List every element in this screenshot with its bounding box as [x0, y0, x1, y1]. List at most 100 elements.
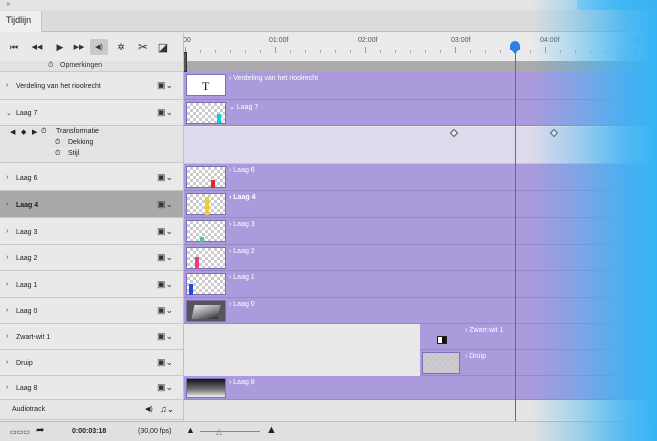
- layer-row[interactable]: › Druip ▣⌄: [0, 350, 183, 376]
- layer-track[interactable]: T › Verdeling van het rioolrecht: [183, 72, 657, 100]
- zoom-in-icon[interactable]: ▲: [266, 424, 277, 436]
- previous-keyframe-icon[interactable]: ◀: [10, 128, 15, 136]
- ruler-tick: [335, 50, 336, 53]
- layer-track[interactable]: › Zwart-wit 1: [420, 324, 657, 350]
- filmstrip-menu-icon[interactable]: ▣⌄: [157, 382, 173, 393]
- keyframe[interactable]: [549, 128, 559, 138]
- ruler-tick: [380, 50, 381, 53]
- expand-chevron-icon[interactable]: ›: [6, 82, 8, 89]
- layer-row[interactable]: › Laag 0 ▣⌄: [0, 298, 183, 324]
- layer-thumbnail-photo: [186, 300, 226, 322]
- layer-name: Druip: [16, 360, 33, 367]
- settings-gear-icon[interactable]: ✲: [114, 39, 128, 55]
- expand-chevron-icon[interactable]: ›: [6, 307, 8, 314]
- layer-row[interactable]: ⌄ Laag 7 ▣⌄: [0, 100, 183, 126]
- filmstrip-menu-icon[interactable]: ▣⌄: [157, 199, 173, 210]
- expand-chevron-icon[interactable]: ›: [6, 174, 8, 181]
- layer-track[interactable]: › Druip: [420, 350, 657, 376]
- expand-chevron-icon[interactable]: ›: [6, 359, 8, 366]
- add-keyframe-icon[interactable]: ◆: [21, 128, 26, 136]
- expand-chevron-icon[interactable]: ›: [6, 281, 8, 288]
- layer-row[interactable]: › Verdeling van het rioolrecht ▣⌄: [0, 72, 183, 100]
- property-row[interactable]: ◀ ◆ ▶ ⏱ Transformatie: [0, 127, 183, 137]
- filmstrip-menu-icon[interactable]: ▣⌄: [157, 80, 173, 91]
- collapse-chevron-icon[interactable]: ⌄: [6, 109, 12, 117]
- expand-chevron-icon[interactable]: ›: [6, 384, 8, 391]
- play-icon[interactable]: ▶: [54, 39, 66, 55]
- previous-frame-icon[interactable]: ◀◀: [30, 39, 44, 55]
- track-label: › Laag 6: [229, 167, 255, 174]
- mute-audio-icon[interactable]: ◀): [145, 405, 153, 413]
- layer-track[interactable]: › Laag 0: [183, 298, 657, 324]
- zoom-slider-track[interactable]: [200, 431, 260, 432]
- zoom-slider-thumb[interactable]: △: [216, 427, 222, 436]
- filmstrip-menu-icon[interactable]: ▣⌄: [157, 226, 173, 237]
- layer-track[interactable]: › Laag 3: [183, 218, 657, 245]
- adjustment-icon: [437, 336, 447, 344]
- convert-to-frame-animation-icon[interactable]: ▭▭▭: [10, 428, 30, 436]
- layer-thumbnail: [186, 166, 226, 188]
- expand-chevron-icon[interactable]: ›: [6, 228, 8, 235]
- layer-row[interactable]: › Laag 6 ▣⌄: [0, 164, 183, 191]
- layer-row[interactable]: › Laag 1 ▣⌄: [0, 271, 183, 298]
- expand-chevron-icon[interactable]: ›: [6, 201, 8, 208]
- track-label: ⌄ Laag 7: [229, 104, 259, 111]
- layer-row[interactable]: › Laag 3 ▣⌄: [0, 218, 183, 245]
- next-keyframe-icon[interactable]: ▶: [32, 128, 37, 136]
- filmstrip-menu-icon[interactable]: ▣⌄: [157, 305, 173, 316]
- audio-track-row[interactable]: Audiotrack ◀) ♫⌄: [0, 400, 183, 420]
- work-area-bar[interactable]: [183, 52, 657, 72]
- scissors-icon[interactable]: ✂: [136, 39, 150, 55]
- layer-track[interactable]: › Laag 8: [183, 376, 657, 400]
- filmstrip-menu-icon[interactable]: ▣⌄: [157, 357, 173, 368]
- filmstrip-menu-icon[interactable]: ▣⌄: [157, 107, 173, 118]
- stopwatch-icon[interactable]: ⏱: [55, 150, 60, 158]
- render-video-icon[interactable]: ➦: [36, 425, 44, 436]
- property-row[interactable]: ⏱ Dekking: [0, 138, 183, 148]
- audio-icon[interactable]: ◀): [90, 39, 108, 55]
- stopwatch-icon[interactable]: ⏱: [41, 128, 46, 136]
- expand-chevron-icon[interactable]: ›: [6, 333, 8, 340]
- layer-track[interactable]: › Laag 6: [183, 164, 657, 191]
- keyframe[interactable]: [449, 128, 459, 138]
- ruler-tick: [605, 50, 606, 53]
- music-note-menu-icon[interactable]: ♫⌄: [160, 404, 174, 415]
- stopwatch-icon[interactable]: ⏱: [55, 139, 60, 147]
- layer-row[interactable]: › Zwart-wit 1 ▣⌄: [0, 324, 183, 350]
- panel-title-bar: ×: [0, 0, 657, 10]
- property-row[interactable]: ⏱ Stijl: [0, 149, 183, 163]
- layer-row[interactable]: › Laag 8 ▣⌄: [0, 376, 183, 400]
- ruler-tick: [245, 50, 246, 53]
- transition-icon[interactable]: ◪: [156, 39, 170, 55]
- go-to-first-frame-icon[interactable]: ⏮: [8, 39, 20, 55]
- frame-rate: (30,00 fps): [138, 428, 172, 435]
- expand-chevron-icon[interactable]: ›: [6, 254, 8, 261]
- layer-row-selected[interactable]: › Laag 4 ▣⌄: [0, 191, 183, 218]
- next-frame-icon[interactable]: ▶▶: [72, 39, 86, 55]
- layer-name: Laag 7: [16, 110, 38, 117]
- layer-track[interactable]: › Laag 2: [183, 245, 657, 271]
- filmstrip-menu-icon[interactable]: ▣⌄: [157, 331, 173, 342]
- layer-track[interactable]: ⌄ Laag 7: [183, 100, 657, 126]
- ruler-label: 05:00f: [633, 37, 653, 44]
- layer-name: Laag 3: [16, 229, 38, 236]
- panel-tabs: Tijdlijn: [0, 10, 657, 32]
- track-label: › Druip: [465, 353, 487, 360]
- filmstrip-menu-icon[interactable]: ▣⌄: [157, 279, 173, 290]
- stopwatch-icon[interactable]: ⏱: [48, 62, 53, 70]
- ruler-tick: [455, 47, 456, 53]
- time-ruler[interactable]: 00 01:00f 02:00f 03:00f 04:00f 05:00f: [183, 33, 657, 61]
- keyframe-lane[interactable]: [183, 127, 657, 164]
- layer-name: Laag 2: [16, 255, 38, 262]
- filmstrip-menu-icon[interactable]: ▣⌄: [157, 252, 173, 263]
- blue-drip-mark: [189, 284, 193, 295]
- tab-tijdlijn[interactable]: Tijdlijn: [0, 11, 42, 32]
- ruler-tick: [215, 50, 216, 53]
- layer-track-selected[interactable]: › Laag 4: [183, 191, 657, 218]
- filmstrip-menu-icon[interactable]: ▣⌄: [157, 172, 173, 183]
- text-layer-glyph: T: [202, 79, 210, 93]
- layer-track[interactable]: › Laag 1: [183, 271, 657, 298]
- layer-row[interactable]: › Laag 2 ▣⌄: [0, 245, 183, 271]
- close-panel-icon[interactable]: ×: [6, 0, 11, 10]
- zoom-out-icon[interactable]: ▲: [186, 425, 195, 435]
